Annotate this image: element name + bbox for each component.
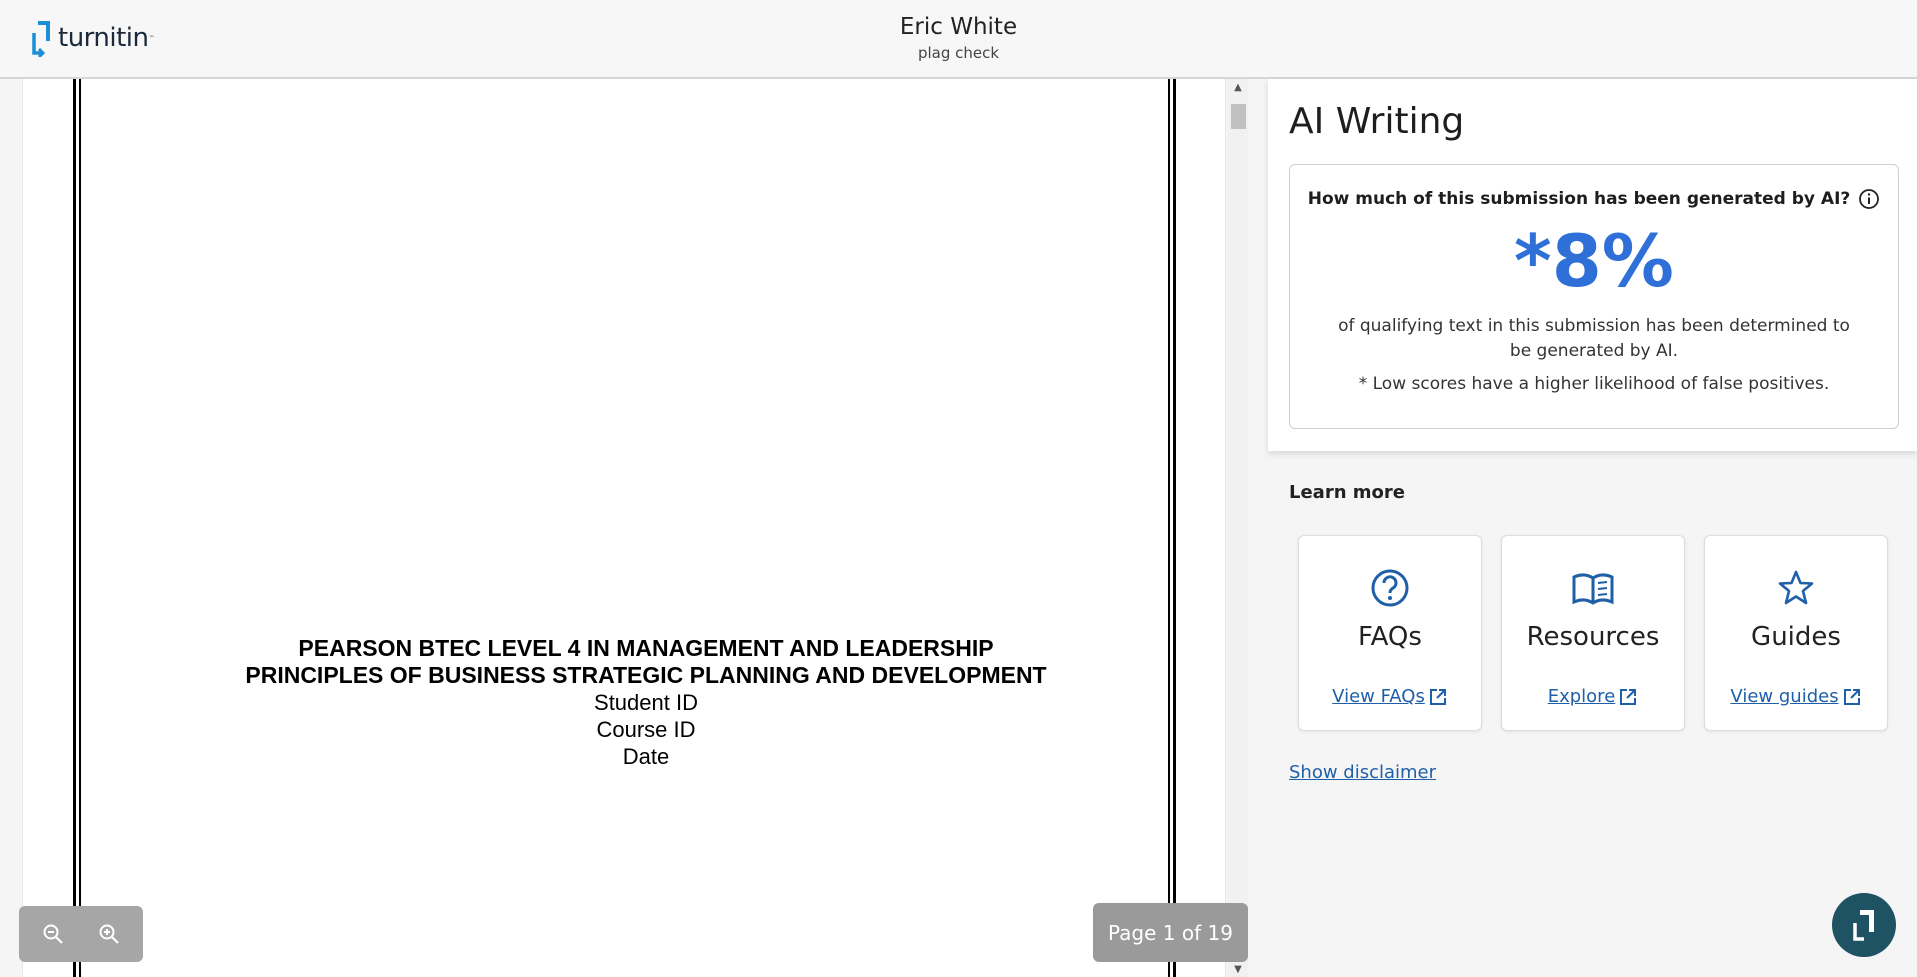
ai-score-card: How much of this submission has been gen… — [1289, 164, 1899, 429]
card-label: Resources — [1526, 622, 1660, 652]
document-title-line: PRINCIPLES OF BUSINESS STRATEGIC PLANNIN… — [245, 662, 1047, 688]
zoom-controls — [19, 906, 143, 962]
learn-more-heading: Learn more — [1289, 482, 1405, 503]
external-link-icon — [1843, 688, 1860, 705]
document-cover-text: PEARSON BTEC LEVEL 4 IN MANAGEMENT AND L… — [193, 635, 1099, 770]
learn-more-cards: FAQs View FAQs Resources Explore Guides … — [1298, 535, 1888, 731]
document-page: PEARSON BTEC LEVEL 4 IN MANAGEMENT AND L… — [22, 79, 1226, 977]
zoom-out-icon — [43, 924, 63, 944]
link-text: Explore — [1547, 686, 1616, 707]
card-label: Guides — [1751, 622, 1841, 652]
document-viewer[interactable]: PEARSON BTEC LEVEL 4 IN MANAGEMENT AND L… — [0, 79, 1248, 977]
course-id-line: Course ID — [596, 717, 696, 742]
scroll-down-arrow-icon[interactable]: ▼ — [1228, 963, 1248, 977]
guides-card: Guides View guides — [1704, 535, 1888, 731]
view-faqs-link[interactable]: View FAQs — [1299, 686, 1481, 707]
question-circle-icon — [1371, 569, 1409, 607]
turnitin-help-icon — [1853, 910, 1874, 941]
resources-card: Resources Explore — [1501, 535, 1685, 731]
page-border-line — [1168, 79, 1170, 977]
page-border-line — [73, 79, 76, 977]
link-text: View FAQs — [1332, 686, 1425, 707]
assignment-title: plag check — [917, 44, 1000, 62]
ai-question-text: How much of this submission has been gen… — [1307, 189, 1851, 209]
ai-summary-section: AI Writing How much of this submission h… — [1268, 79, 1917, 451]
card-label: FAQs — [1358, 622, 1422, 652]
info-icon[interactable] — [1858, 188, 1880, 210]
ai-question: How much of this submission has been gen… — [1290, 188, 1898, 210]
star-icon — [1778, 570, 1814, 605]
scroll-up-arrow-icon[interactable]: ▲ — [1228, 81, 1248, 95]
top-header: turnitin ™ Eric White plag check — [0, 0, 1917, 79]
explore-link[interactable]: Explore — [1502, 686, 1684, 707]
ai-writing-panel: AI Writing How much of this submission h… — [1268, 79, 1917, 977]
ai-percentage: *8% — [1514, 219, 1674, 303]
zoom-in-icon — [99, 924, 119, 944]
help-button[interactable] — [1832, 893, 1896, 957]
zoom-out-button[interactable] — [33, 914, 73, 954]
link-text: View guides — [1730, 686, 1839, 707]
page-indicator: Page 1 of 19 — [1093, 903, 1248, 962]
submission-heading: Eric White plag check — [0, 14, 1917, 62]
faqs-card: FAQs View FAQs — [1298, 535, 1482, 731]
scrollbar-thumb[interactable] — [1231, 104, 1246, 129]
zoom-in-button[interactable] — [89, 914, 129, 954]
document-scrollbar[interactable]: ▲ ▼ — [1228, 79, 1248, 977]
date-line: Date — [622, 744, 670, 769]
external-link-icon — [1620, 688, 1637, 705]
show-disclaimer-link[interactable]: Show disclaimer — [1289, 762, 1436, 783]
open-book-icon — [1572, 573, 1614, 605]
external-link-icon — [1429, 688, 1446, 705]
student-id-line: Student ID — [594, 690, 698, 715]
student-name: Eric White — [899, 14, 1018, 40]
ai-false-positive-note: * Low scores have a higher likelihood of… — [1358, 374, 1830, 394]
ai-description: of qualifying text in this submission ha… — [1338, 316, 1850, 361]
page-border-line — [1173, 79, 1176, 977]
view-guides-link[interactable]: View guides — [1705, 686, 1887, 707]
page-border-line — [79, 79, 81, 977]
document-title-line: PEARSON BTEC LEVEL 4 IN MANAGEMENT AND L… — [298, 635, 994, 661]
panel-title: AI Writing — [1289, 101, 1465, 142]
